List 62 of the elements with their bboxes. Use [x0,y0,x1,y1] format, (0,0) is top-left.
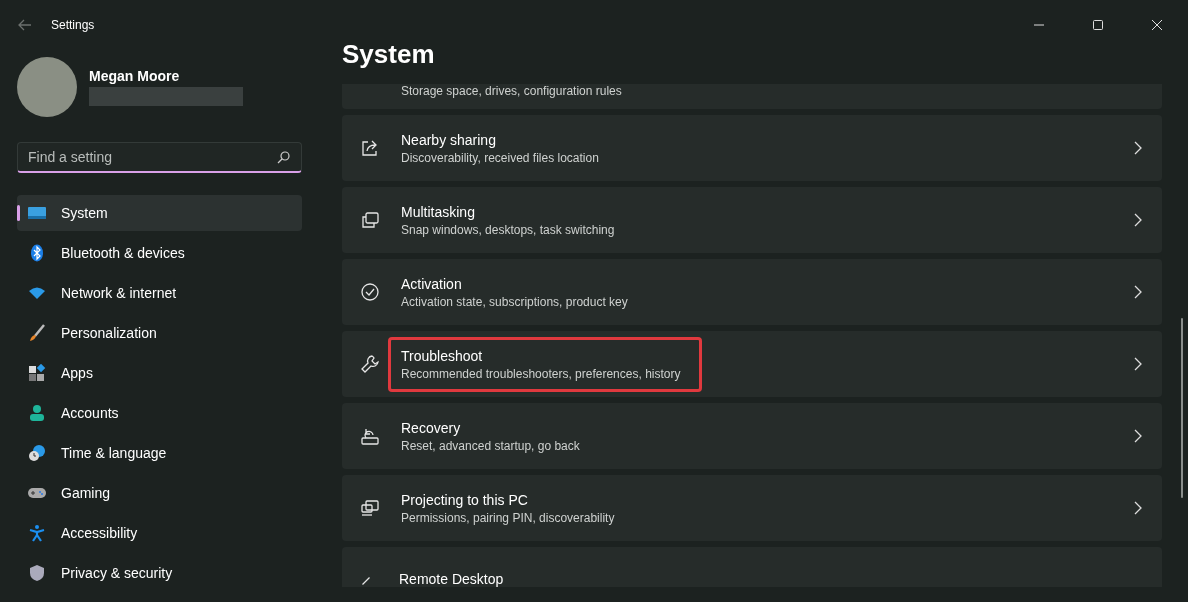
windows-icon [360,210,380,230]
scrollbar[interactable] [1181,318,1183,498]
wrench-icon [360,354,380,374]
card-subtitle: Snap windows, desktops, task switching [401,222,615,237]
card-subtitle: Recommended troubleshooters, preferences, history [401,366,681,381]
chevron-right-icon [1134,357,1142,371]
sidebar-item[interactable]: Privacy & security [17,555,302,591]
sidebar-item[interactable]: Apps [17,355,302,391]
card-subtitle: Discoverability, received files location [401,150,599,165]
search-field[interactable]: Find a setting [17,142,302,173]
chevron-right-icon [1134,213,1142,227]
apps-icon [28,364,46,382]
person-icon [28,404,46,422]
sidebar-item[interactable]: Time & language [17,435,302,471]
sidebar-item[interactable]: System [17,195,302,231]
recovery-icon [360,426,380,446]
card-subtitle: Permissions, pairing PIN, discoverability [401,510,615,525]
avatar-circle [17,57,77,117]
card-title: Troubleshoot [401,347,484,364]
sidebar-item[interactable]: Gaming [17,475,302,511]
card-title: Remote Desktop [399,571,504,587]
search-icon [277,151,290,164]
sidebar-item[interactable]: Personalization [17,315,302,351]
bluetooth-icon [28,244,46,262]
card-title: Activation [401,275,463,292]
chevron-right-icon [1134,285,1142,299]
settings-card[interactable]: Storage space, drives, configuration rules [342,84,1162,109]
settings-card[interactable]: Remote Desktop [342,547,1162,587]
settings-card[interactable]: Projecting to this PC Permissions, pairing PIN, discoverability [342,475,1162,541]
settings-card[interactable]: Recovery Reset, advanced startup, go back [342,403,1162,469]
card-title: Projecting to this PC [401,491,529,508]
brush-icon [28,324,46,342]
check-icon [360,282,380,302]
sidebar-item[interactable]: Network & internet [17,275,302,311]
card-subtitle: Storage space, drives, configuration rules [401,84,622,98]
sidebar-item[interactable]: Accessibility [17,515,302,551]
chevron-right-icon [1134,501,1142,515]
settings-card[interactable]: Multitasking Snap windows, desktops, task switching [342,187,1162,253]
system-icon [28,204,46,222]
close-icon[interactable] [1151,19,1163,31]
card-subtitle: Activation state, subscriptions, product key [401,294,628,309]
card-title: Multitasking [401,203,476,220]
accessibility-icon [28,524,46,542]
chevron-right-icon [1134,429,1142,443]
clock-icon [28,444,46,462]
page-title: System [342,38,436,71]
profile-name: Megan Moore [89,68,181,84]
settings-card[interactable]: Nearby sharing Discoverability, received files location [342,115,1162,181]
project-icon [360,498,380,518]
settings-card[interactable]: Troubleshoot Recommended troubleshooters, preferences, history [342,331,1162,397]
settings-card[interactable]: Activation Activation state, subscriptions, product key [342,259,1162,325]
card-subtitle: Reset, advanced startup, go back [401,438,580,453]
chevron-right-icon [1134,141,1142,155]
sidebar-item[interactable]: Bluetooth & devices [17,235,302,271]
back-arrow-icon[interactable] [18,19,32,31]
shield-icon [28,564,46,582]
card-title: Nearby sharing [401,131,497,148]
share-icon [360,138,380,158]
sidebar-item[interactable]: Accounts [17,395,302,431]
window-title: Settings [51,18,95,32]
card-title: Recovery [401,419,462,436]
maximize-icon[interactable] [1092,19,1104,31]
